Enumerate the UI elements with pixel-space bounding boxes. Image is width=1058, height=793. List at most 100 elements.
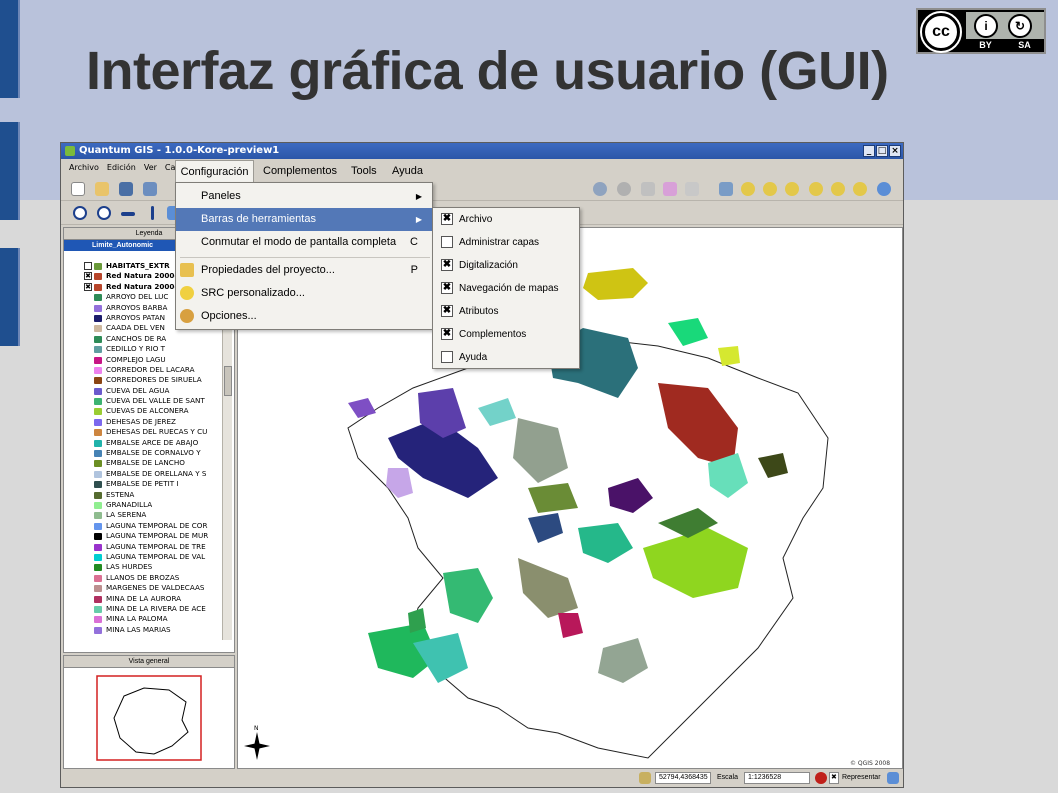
layer-swatch-icon (94, 585, 102, 593)
identify-icon[interactable] (593, 182, 607, 196)
overview-panel: Vista general (63, 655, 235, 769)
legend-item[interactable]: LAS HURDES (64, 562, 234, 572)
new-project-icon[interactable] (71, 182, 85, 196)
legend-item[interactable]: MINA DE LA RIVERA DE ACE (64, 604, 234, 614)
legend-item[interactable]: EMBALSE DE PETIT I (64, 479, 234, 489)
paste-icon[interactable] (685, 182, 699, 196)
layer-visibility-checkbox[interactable] (84, 262, 92, 270)
legend-item-label: LAS HURDES (106, 562, 153, 572)
cc-icon: cc (920, 11, 962, 53)
menu-item-opciones[interactable]: Opciones... (176, 305, 432, 328)
coordinate-icon[interactable] (639, 772, 651, 784)
submenu-arrow-icon: ▶ (415, 192, 422, 201)
legend-item-label: MARGENES DE VALDECAAS (106, 583, 205, 593)
legend-item[interactable]: EMBALSE DE LANCHO (64, 458, 234, 468)
map-credit: © QGIS 2008 (850, 760, 890, 767)
legend-item[interactable]: CORREDOR DEL LACARA (64, 365, 234, 375)
layer-swatch-icon (94, 626, 102, 634)
menu-ayuda[interactable]: Ayuda (392, 160, 423, 182)
copyright-icon[interactable] (73, 206, 87, 220)
toolbar-toggle-complementos[interactable]: ✖ Complementos (433, 323, 579, 346)
toolbar-toggle-digitalizacion[interactable]: ✖ Digitalización (433, 254, 579, 277)
legend-item[interactable]: DEHESAS DEL RUECAS Y CU (64, 427, 234, 437)
toolbar-toggle-archivo[interactable]: ✖ Archivo (433, 208, 579, 231)
toolbar-toggle-atributos[interactable]: ✖ Atributos (433, 300, 579, 323)
menu-edicion[interactable]: Edición (107, 160, 136, 176)
legend-item[interactable]: CUEVAS DE ALCONERA (64, 406, 234, 416)
legend-item[interactable]: COMPLEJO LAGU (64, 355, 234, 365)
save-as-icon[interactable] (143, 182, 157, 196)
zoom-layer-icon[interactable] (831, 182, 845, 196)
legend-item-label: CUEVA DEL VALLE DE SANT (106, 396, 205, 406)
legend-item-label: EMBALSE DE ORELLANA Y S (106, 468, 207, 478)
legend-item[interactable]: DEHESAS DE JEREZ (64, 417, 234, 427)
legend-item[interactable]: LAGUNA TEMPORAL DE MUR (64, 531, 234, 541)
legend-item[interactable]: CANCHOS DE RA (64, 334, 234, 344)
legend-item-label: ARROYOS BARBA (106, 302, 168, 312)
legend-item[interactable]: ESTENA (64, 490, 234, 500)
legend-item[interactable]: EMBALSE DE ORELLANA Y S (64, 469, 234, 479)
render-label: Representar (842, 774, 881, 781)
layer-swatch-icon (94, 439, 102, 447)
legend-item[interactable]: LAGUNA TEMPORAL DE VAL (64, 552, 234, 562)
legend-item-label: LA SERENA (106, 510, 147, 520)
legend-item[interactable]: LAGUNA TEMPORAL DE COR (64, 521, 234, 531)
zoom-full-icon[interactable] (785, 182, 799, 196)
menu-item-barras-herramientas[interactable]: Barras de herramientas ▶ (176, 208, 432, 231)
delete-icon[interactable] (617, 182, 631, 196)
menu-tools[interactable]: Tools (351, 160, 377, 182)
stop-render-icon[interactable] (815, 772, 827, 784)
legend-item[interactable]: MARGENES DE VALDECAAS (64, 583, 234, 593)
legend-item[interactable]: EMBALSE ARCE DE ABAJO (64, 438, 234, 448)
legend-item[interactable]: GRANADILLA (64, 500, 234, 510)
menu-item-pantalla-completa[interactable]: Conmutar el modo de pantalla completa C (176, 231, 432, 254)
cut-icon[interactable] (641, 182, 655, 196)
zoom-last-icon[interactable] (853, 182, 867, 196)
save-project-icon[interactable] (119, 182, 133, 196)
legend-item[interactable]: CEDILLO Y RIO T (64, 344, 234, 354)
legend-item[interactable]: LLANOS DE BROZAS (64, 573, 234, 583)
legend-item[interactable]: MINA LA PALOMA (64, 614, 234, 624)
toolbar-toggle-ayuda[interactable]: Ayuda (433, 346, 579, 369)
menu-item-propiedades-proyecto[interactable]: Propiedades del proyecto... P (176, 259, 432, 282)
pan-icon[interactable] (719, 182, 733, 196)
menu-complementos[interactable]: Complementos (263, 160, 337, 182)
legend-item[interactable]: CUEVA DEL AGUA (64, 386, 234, 396)
refresh-icon[interactable] (877, 182, 891, 196)
legend-item[interactable]: EMBALSE DE CORNALVO Y (64, 448, 234, 458)
menu-configuracion[interactable]: Configuración (175, 160, 254, 182)
legend-scroll-thumb[interactable] (224, 366, 232, 396)
toolbar-toggle-administrar-capas[interactable]: Administrar capas (433, 231, 579, 254)
legend-item[interactable]: MINA DE LA AURORA (64, 594, 234, 604)
scale-field[interactable]: 1:1236528 (744, 772, 810, 784)
north-arrow-icon[interactable] (97, 206, 111, 220)
close-button[interactable]: × (889, 145, 901, 157)
legend-item[interactable]: CORREDORES DE SIRUELA (64, 375, 234, 385)
gps-icon[interactable] (151, 206, 154, 220)
zoom-selection-icon[interactable] (809, 182, 823, 196)
overview-header: Vista general (64, 656, 234, 668)
minimize-button[interactable]: _ (863, 145, 875, 157)
zoom-in-icon[interactable] (741, 182, 755, 196)
scale-bar-icon[interactable] (121, 212, 135, 216)
layer-visibility-checkbox[interactable]: ✖ (84, 272, 92, 281)
legend-item[interactable]: LA SERENA (64, 510, 234, 520)
legend-item[interactable]: LAGUNA TEMPORAL DE TRE (64, 542, 234, 552)
toolbar-toggle-navegacion-mapas[interactable]: ✖ Navegación de mapas (433, 277, 579, 300)
menu-ver[interactable]: Ver (144, 160, 157, 176)
menu-archivo[interactable]: Archivo (69, 160, 99, 176)
render-checkbox[interactable]: ✖ (829, 772, 839, 784)
projection-icon[interactable] (887, 772, 899, 784)
open-project-icon[interactable] (95, 182, 109, 196)
legend-item[interactable]: CUEVA DEL VALLE DE SANT (64, 396, 234, 406)
copy-icon[interactable] (663, 182, 677, 196)
layer-swatch-icon (94, 460, 102, 468)
zoom-out-icon[interactable] (763, 182, 777, 196)
legend-item[interactable]: MINA LAS MARIAS (64, 625, 234, 635)
menu-item-src-personalizado[interactable]: SRC personalizado... (176, 282, 432, 305)
menu-item-paneles[interactable]: Paneles ▶ (176, 185, 432, 208)
overview-map[interactable] (64, 668, 234, 768)
layer-visibility-checkbox[interactable]: ✖ (84, 282, 92, 291)
map-polygon (583, 268, 648, 300)
maximize-button[interactable]: □ (876, 145, 888, 157)
